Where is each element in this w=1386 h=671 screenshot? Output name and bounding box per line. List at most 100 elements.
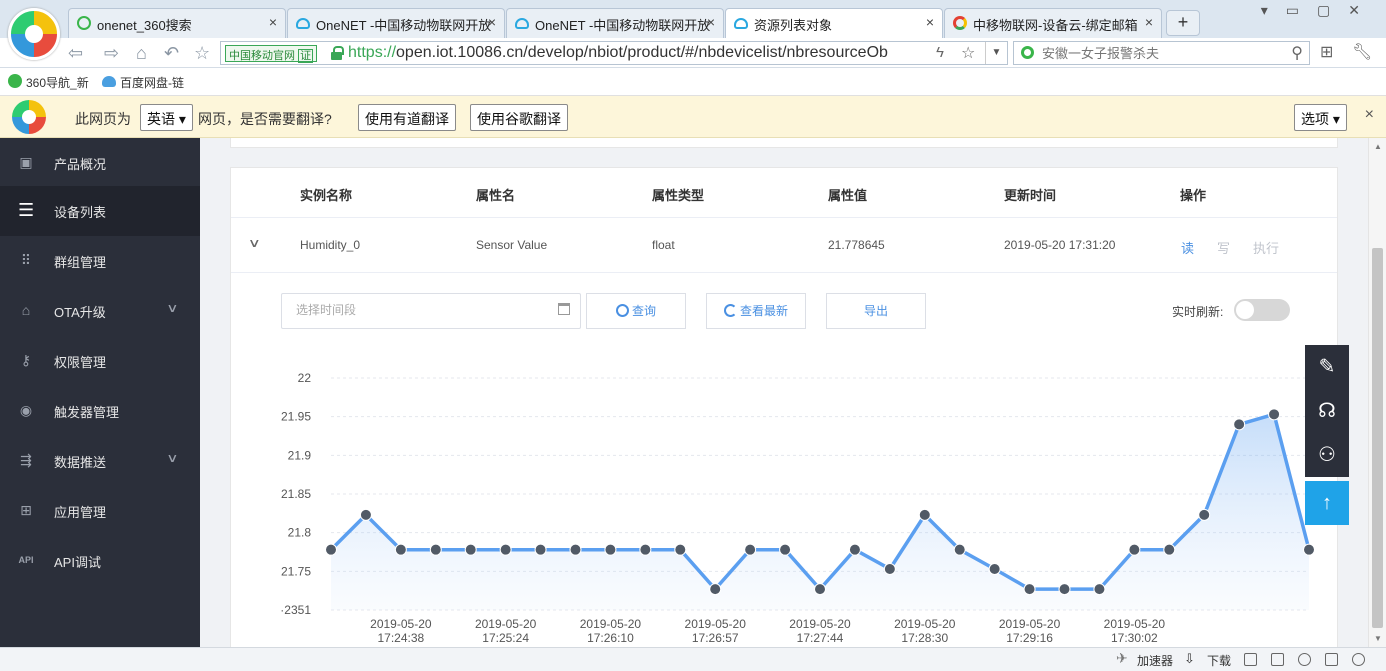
language-select[interactable]: 英语 ▾	[140, 104, 193, 131]
edit-icon[interactable]: ✎	[1305, 345, 1349, 389]
vertical-scrollbar[interactable]: ▲ ▼	[1368, 138, 1386, 647]
data-point	[325, 543, 337, 556]
search-input[interactable]	[1042, 44, 1282, 62]
favorite-star-icon[interactable]: ☆	[961, 43, 975, 63]
x-tick-label: 2019-05-20	[370, 617, 432, 631]
trust-badge[interactable]: 中国移动官网 证	[225, 45, 318, 63]
y-tick-label: 21.85	[281, 487, 311, 501]
youdao-translate-button[interactable]: 使用有道翻译	[358, 104, 456, 131]
search-engine-icon	[1021, 46, 1034, 59]
view-latest-button[interactable]: 查看最新	[706, 293, 806, 329]
cell-value: 21.778645	[828, 238, 885, 252]
sidebar-item-groups[interactable]: ⠿ 群组管理	[0, 236, 200, 286]
url-bar[interactable]: 中国移动官网 证 https://open.iot.10086.cn/devel…	[220, 41, 1008, 65]
data-point	[1128, 543, 1141, 556]
data-point	[814, 583, 826, 596]
bookmark-360-nav[interactable]: 360导航_新	[8, 74, 89, 91]
tab-resource-list[interactable]: 资源列表对象 ×	[725, 8, 943, 38]
read-link[interactable]: 读	[1181, 238, 1194, 257]
x-tick-label: 17:24:38	[377, 631, 424, 645]
dropdown-icon[interactable]: ▼	[985, 42, 1007, 64]
sidebar-item-ota[interactable]: ⌂ OTA升级 ∨	[0, 286, 200, 336]
write-link[interactable]: 写	[1217, 238, 1230, 257]
back-icon[interactable]: ⇦	[68, 43, 83, 63]
export-button[interactable]: 导出	[826, 293, 926, 329]
browser-logo-icon[interactable]	[8, 8, 60, 60]
data-point	[918, 508, 931, 521]
close-icon[interactable]: ×	[1365, 106, 1374, 124]
accelerator-label[interactable]: 加速器	[1137, 652, 1173, 669]
window-controls[interactable]: ▾▭▢✕	[1261, 2, 1378, 19]
speed-icon[interactable]: ✈	[1116, 650, 1128, 667]
lightning-icon[interactable]: ϟ	[936, 44, 944, 61]
close-icon[interactable]: ×	[488, 14, 496, 30]
undo-icon[interactable]: ↶	[164, 43, 179, 63]
sidebar-item-apps[interactable]: ⊞ 应用管理	[0, 486, 200, 536]
y-tick-label: 22	[298, 371, 312, 385]
scroll-up-icon[interactable]: ▲	[1374, 142, 1382, 151]
search-box[interactable]: ⚲	[1013, 41, 1310, 65]
bookmarks-bar: 360导航_新 百度网盘-链	[0, 68, 1386, 96]
translate-prefix: 此网页为	[75, 111, 131, 127]
query-button[interactable]: 查询	[586, 293, 686, 329]
cell-attribute: Sensor Value	[476, 238, 548, 252]
sidebar-item-label: OTA升级	[54, 305, 106, 320]
volume-icon[interactable]	[1298, 653, 1311, 666]
url-text[interactable]: https://open.iot.10086.cn/develop/nbiot/…	[348, 44, 948, 62]
scroll-down-icon[interactable]: ▼	[1374, 634, 1382, 643]
sidebar-item-device-list[interactable]: ☰ 设备列表	[0, 186, 200, 236]
home-icon[interactable]: ⌂	[136, 43, 147, 63]
tab-onenet-search[interactable]: onenet_360搜索 ×	[68, 8, 286, 38]
sidebar-item-label: 触发器管理	[54, 405, 120, 420]
divider	[231, 272, 1337, 273]
new-tab-button[interactable]: +	[1166, 10, 1200, 36]
trash-icon[interactable]	[1271, 653, 1284, 666]
screenshot-icon[interactable]	[1244, 653, 1257, 666]
data-point	[429, 543, 442, 556]
calendar-icon[interactable]	[558, 303, 570, 315]
sidebar-item-api-debug[interactable]: API API调试	[0, 536, 200, 586]
tab-onenet-1[interactable]: OneNET -中国移动物联网开放 ×	[287, 8, 505, 38]
close-icon[interactable]: ×	[1145, 14, 1153, 30]
chrome-icon	[953, 16, 967, 30]
realtime-toggle[interactable]	[1234, 299, 1290, 321]
scrollbar-thumb[interactable]	[1372, 248, 1383, 628]
divider	[231, 217, 1337, 218]
close-icon[interactable]: ×	[707, 14, 715, 30]
x-tick-label: 2019-05-20	[580, 617, 642, 631]
chart-svg: 22 21.95 21.9 21.85 21.8 21.75 ·2351 2019-05-20…	[280, 371, 1315, 645]
bookmark-baidu-pan[interactable]: 百度网盘-链	[102, 74, 184, 91]
zoom-icon[interactable]	[1352, 653, 1365, 666]
download-label[interactable]: 下载	[1207, 652, 1231, 669]
date-range-input[interactable]	[296, 303, 546, 317]
tools-icon[interactable]: 🔧︎	[1352, 43, 1372, 63]
close-icon[interactable]: ×	[269, 14, 277, 30]
window-icon[interactable]	[1325, 653, 1338, 666]
date-range-picker[interactable]	[281, 293, 581, 329]
close-icon[interactable]: ×	[926, 14, 934, 30]
extensions-icon[interactable]: ⊞	[1320, 43, 1333, 63]
headset-icon[interactable]: ☊	[1305, 389, 1349, 433]
x-tick-label: 17:27:44	[797, 631, 844, 645]
back-to-top-icon[interactable]: ↑	[1305, 481, 1349, 525]
tab-onenet-2[interactable]: OneNET -中国移动物联网开放 ×	[506, 8, 724, 38]
sidebar-item-triggers[interactable]: ◉ 触发器管理	[0, 386, 200, 436]
options-button[interactable]: 选项 ▾	[1294, 104, 1347, 131]
add-user-icon[interactable]: ⚇	[1305, 433, 1349, 477]
download-icon[interactable]: ⇩	[1184, 651, 1195, 667]
tab-title: 资源列表对象	[754, 18, 833, 33]
browser-window: onenet_360搜索 × OneNET -中国移动物联网开放 × OneNE…	[0, 0, 1386, 671]
search-icon[interactable]: ⚲	[1291, 43, 1303, 63]
cloud-icon	[296, 18, 310, 29]
sidebar-item-overview[interactable]: ▣ 产品概况	[0, 138, 200, 188]
sidebar-item-data-push[interactable]: ⇶ 数据推送 ∨	[0, 436, 200, 486]
forward-icon[interactable]: ⇨	[104, 43, 119, 63]
data-point	[569, 543, 582, 556]
sidebar-item-permissions[interactable]: ⚷ 权限管理	[0, 336, 200, 386]
star-icon[interactable]: ☆	[194, 43, 210, 63]
chevron-down-icon[interactable]: ∨	[248, 236, 261, 250]
execute-link[interactable]: 执行	[1253, 238, 1279, 257]
status-bar: ✈ 加速器 ⇩ 下载	[0, 647, 1386, 671]
tab-bind-email[interactable]: 中移物联网-设备云-绑定邮箱 ×	[944, 8, 1162, 38]
google-translate-button[interactable]: 使用谷歌翻译	[470, 104, 568, 131]
